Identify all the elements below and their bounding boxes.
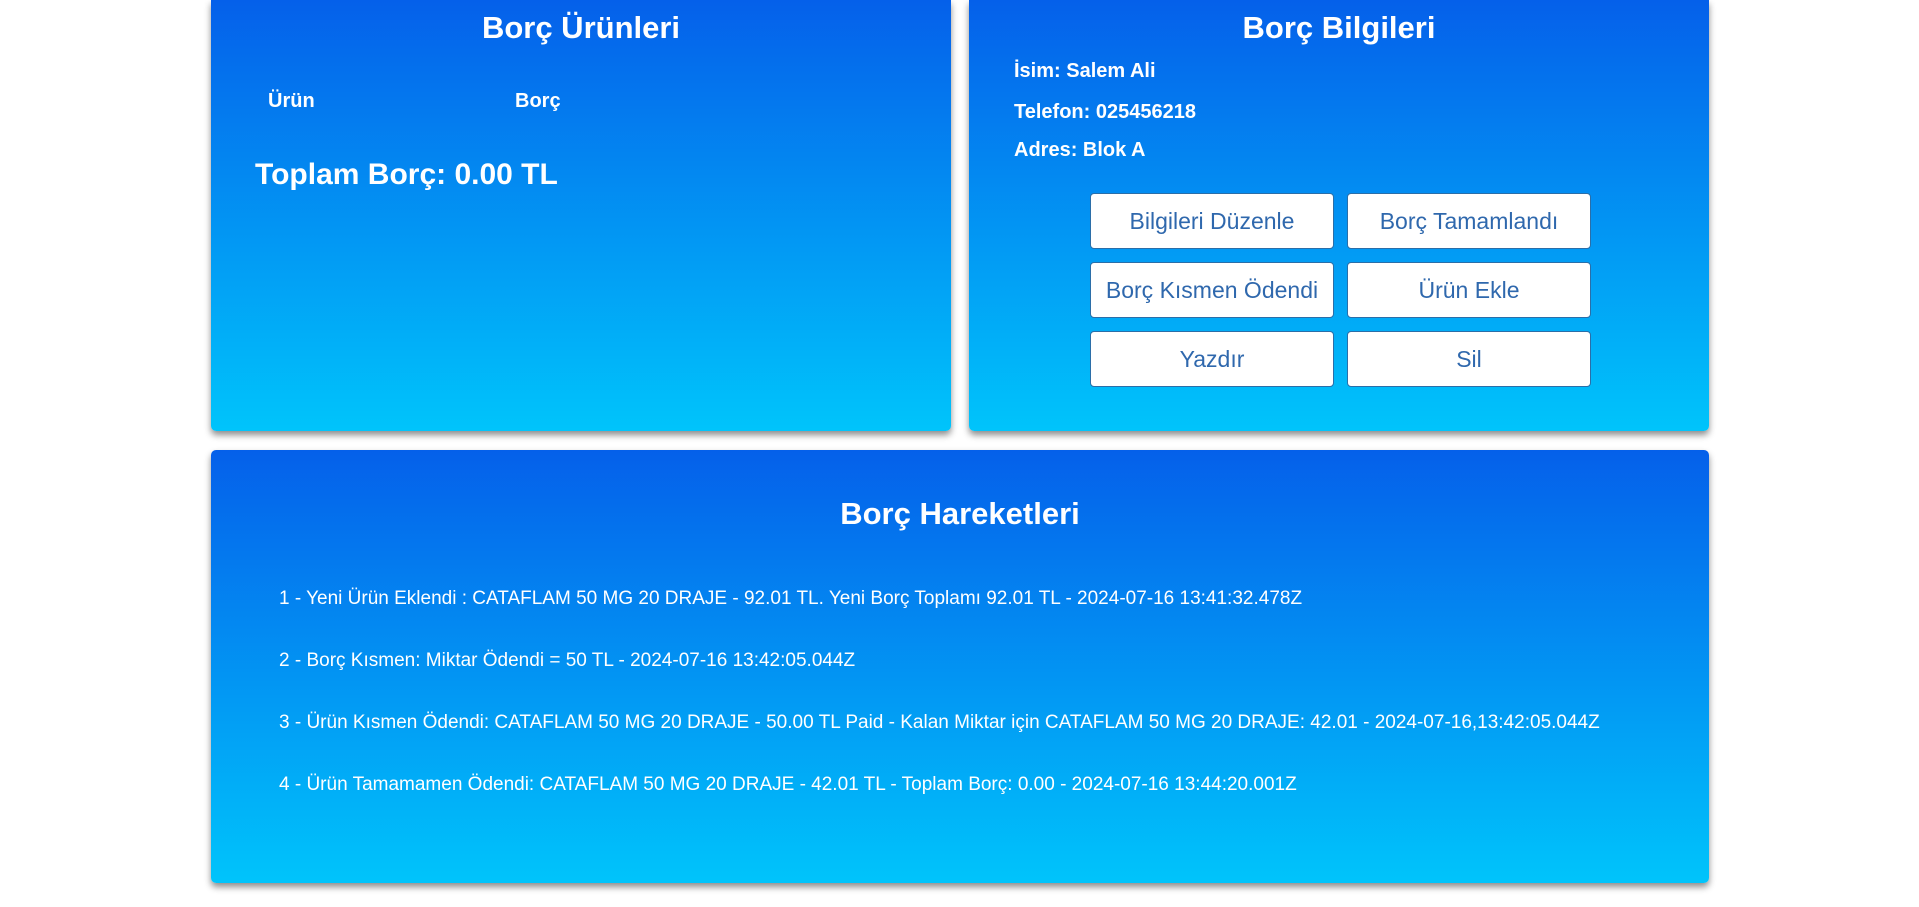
- history-item: 1 - Yeni Ürün Eklendi : CATAFLAM 50 MG 2…: [279, 588, 1303, 609]
- print-button[interactable]: Yazdır: [1090, 331, 1334, 387]
- add-product-button[interactable]: Ürün Ekle: [1347, 262, 1591, 318]
- debt-info-panel: Borç Bilgileri İsim: Salem Ali Telefon: …: [969, 0, 1709, 431]
- debt-info-title: Borç Bilgileri: [1242, 10, 1436, 45]
- customer-name: İsim: Salem Ali: [1014, 60, 1156, 82]
- column-header-debt: Borç: [515, 90, 561, 112]
- history-list: 1 - Yeni Ürün Eklendi : CATAFLAM 50 MG 2…: [279, 587, 1600, 835]
- edit-info-button[interactable]: Bilgileri Düzenle: [1090, 193, 1334, 249]
- history-item: 3 - Ürün Kısmen Ödendi: CATAFLAM 50 MG 2…: [279, 712, 1600, 733]
- delete-button[interactable]: Sil: [1347, 331, 1591, 387]
- customer-address: Adres: Blok A: [1014, 139, 1146, 161]
- action-buttons: Bilgileri Düzenle Borç Tamamlandı Borç K…: [1090, 193, 1591, 387]
- debt-history-panel: Borç Hareketleri 1 - Yeni Ürün Eklendi :…: [211, 450, 1709, 883]
- history-item: 4 - Ürün Tamamamen Ödendi: CATAFLAM 50 M…: [279, 774, 1297, 795]
- history-item: 2 - Borç Kısmen: Miktar Ödendi = 50 TL -…: [279, 650, 856, 671]
- column-header-product: Ürün: [268, 90, 315, 112]
- debt-products-panel: Borç Ürünleri Ürün Borç Toplam Borç: 0.0…: [211, 0, 951, 431]
- customer-phone: Telefon: 025456218: [1014, 101, 1196, 123]
- debt-completed-button[interactable]: Borç Tamamlandı: [1347, 193, 1591, 249]
- debt-partial-paid-button[interactable]: Borç Kısmen Ödendi: [1090, 262, 1334, 318]
- debt-history-title: Borç Hareketleri: [840, 496, 1080, 531]
- debt-products-title: Borç Ürünleri: [481, 10, 681, 45]
- total-debt: Toplam Borç: 0.00 TL: [255, 158, 558, 191]
